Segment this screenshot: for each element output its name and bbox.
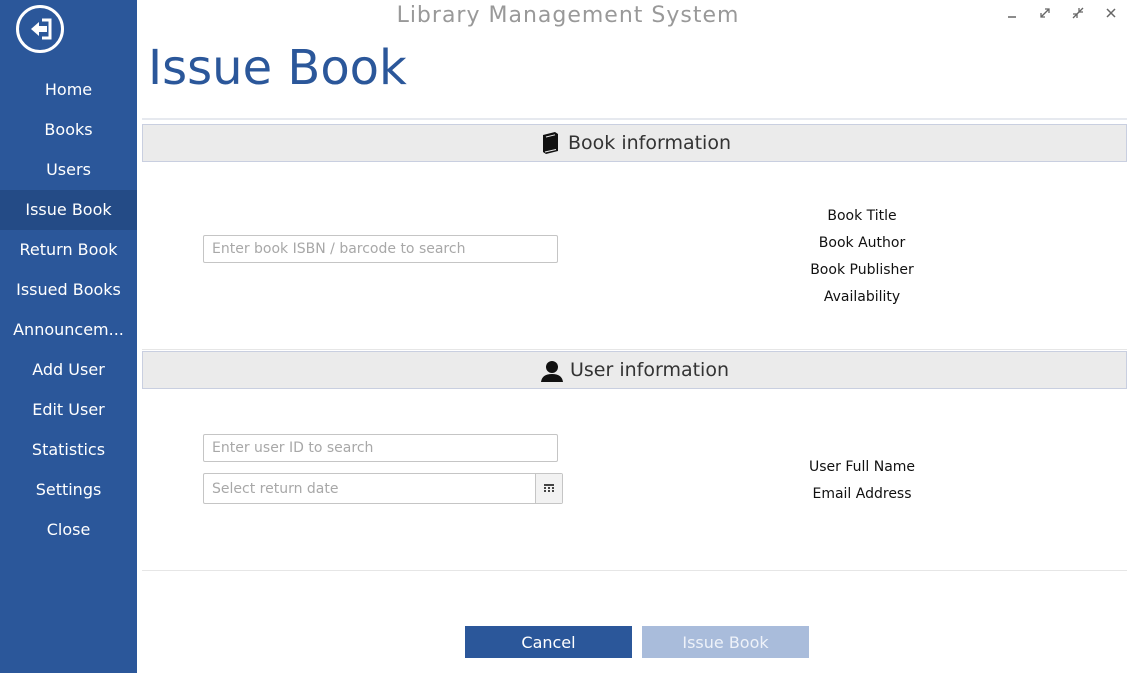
- sidebar-item-home[interactable]: Home: [0, 70, 137, 110]
- sidebar-item-add-user[interactable]: Add User: [0, 350, 137, 390]
- book-info-heading: Book information: [568, 132, 731, 154]
- sidebar-item-close[interactable]: Close: [0, 510, 137, 550]
- sidebar-item-users[interactable]: Users: [0, 150, 137, 190]
- book-icon: [538, 131, 562, 155]
- window-controls: [995, 0, 1127, 28]
- book-search-field[interactable]: [203, 235, 558, 263]
- user-email-label: Email Address: [812, 486, 912, 502]
- user-icon: [540, 358, 564, 382]
- return-date-picker[interactable]: [203, 473, 563, 504]
- user-info-heading: User information: [569, 359, 729, 381]
- sidebar-item-issue-book[interactable]: Issue Book: [0, 190, 137, 230]
- book-info-body: Book Title Book Author Book Publisher Av…: [142, 162, 1127, 350]
- sidebar-item-edit-user[interactable]: Edit User: [0, 390, 137, 430]
- maximize-button[interactable]: [1028, 0, 1061, 26]
- user-info-header: User information: [142, 351, 1127, 389]
- logout-button[interactable]: [16, 5, 64, 53]
- issue-book-button[interactable]: Issue Book: [642, 626, 809, 658]
- book-search-input[interactable]: [204, 236, 557, 262]
- restore-button[interactable]: [1061, 0, 1094, 26]
- sidebar: Home Books Users Issue Book Return Book …: [0, 0, 137, 673]
- logout-icon: [31, 18, 52, 40]
- cancel-button[interactable]: Cancel: [465, 626, 632, 658]
- sidebar-item-settings[interactable]: Settings: [0, 470, 137, 510]
- close-window-button[interactable]: [1094, 0, 1127, 26]
- user-search-field[interactable]: [203, 434, 558, 462]
- book-availability-label: Availability: [823, 289, 901, 305]
- maximize-icon: [1039, 8, 1050, 18]
- book-title-label: Book Title: [827, 208, 897, 224]
- sidebar-item-statistics[interactable]: Statistics: [0, 430, 137, 470]
- sidebar-item-announcements[interactable]: Announcem...: [0, 310, 137, 350]
- book-info-header: Book information: [142, 124, 1127, 162]
- book-author-label: Book Author: [818, 235, 906, 251]
- restore-icon: [1072, 7, 1083, 19]
- minimize-icon: [1007, 16, 1016, 18]
- calendar-icon: [544, 483, 554, 492]
- close-icon: [1105, 8, 1116, 18]
- divider: [142, 118, 1127, 120]
- minimize-button[interactable]: [995, 0, 1028, 26]
- app-window: Home Books Users Issue Book Return Book …: [0, 0, 1127, 673]
- window-title: Library Management System: [396, 3, 740, 28]
- user-full-name-label: User Full Name: [808, 459, 916, 475]
- page-title: Issue Book: [148, 40, 407, 96]
- sidebar-item-issued-books[interactable]: Issued Books: [0, 270, 137, 310]
- return-date-input[interactable]: [204, 474, 535, 503]
- sidebar-item-return-book[interactable]: Return Book: [0, 230, 137, 270]
- calendar-button[interactable]: [535, 474, 562, 503]
- book-publisher-label: Book Publisher: [810, 262, 914, 278]
- user-search-input[interactable]: [204, 435, 557, 461]
- user-info-body: User Full Name Email Address: [142, 389, 1127, 571]
- sidebar-item-books[interactable]: Books: [0, 110, 137, 150]
- sidebar-nav: Home Books Users Issue Book Return Book …: [0, 70, 137, 550]
